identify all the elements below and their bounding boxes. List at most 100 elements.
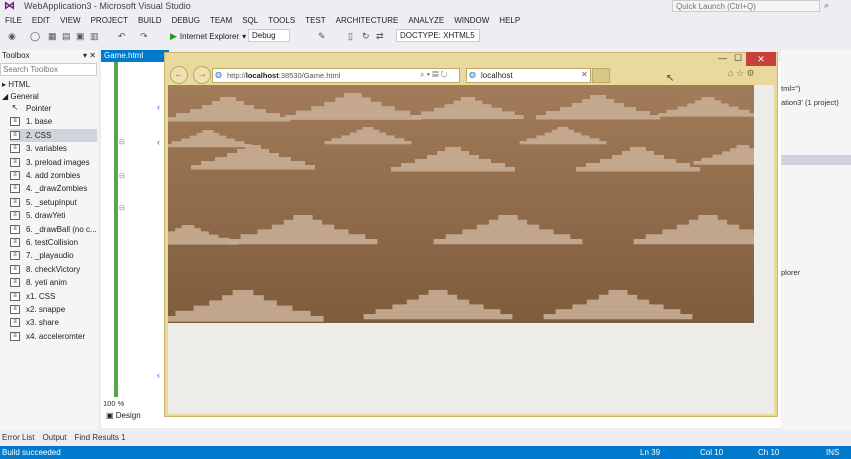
design-view-tab[interactable]: ▣ Design	[106, 411, 141, 420]
toolbox-item[interactable]: ≡ x2. snappe	[10, 303, 97, 316]
cloud-block	[168, 316, 324, 322]
ie-back-button[interactable]: ←	[170, 66, 188, 84]
chevron-down-icon[interactable]: ▾	[427, 70, 430, 79]
attach-icon[interactable]: ✎	[318, 31, 326, 42]
quick-launch-input[interactable]: Quick Launch (Ctrl+Q)	[672, 0, 820, 12]
config-select[interactable]: Debug	[248, 29, 290, 42]
toolbox-item[interactable]: ≡ 6. testCollision	[10, 236, 97, 249]
menu-item-team[interactable]: TEAM	[205, 14, 237, 28]
solution-node[interactable]: ation3' (1 project)	[781, 98, 839, 107]
toolbox-pin-close[interactable]: ▾ ✕	[83, 51, 96, 61]
toolbox-item[interactable]: ≡ 4. add zombies	[10, 169, 97, 182]
toolbox-item[interactable]: ≡ 2. CSS	[10, 128, 97, 142]
toolbox-search-input[interactable]: Search Toolbox	[0, 63, 97, 76]
toolbox-item[interactable]: ≡ 7. _playaudio	[10, 249, 97, 262]
ie-close-button[interactable]: ✕	[746, 52, 776, 66]
menu-item-debug[interactable]: DEBUG	[167, 14, 205, 28]
bottom-tab[interactable]: Output	[42, 433, 66, 442]
toolbox-item[interactable]: ≡ 3. preload images	[10, 156, 97, 169]
menu-item-project[interactable]: PROJECT	[86, 14, 133, 28]
solution-explorer-panel	[781, 50, 851, 430]
menu-item-architecture[interactable]: ARCHITECTURE	[331, 14, 404, 28]
cloud-block	[293, 215, 313, 221]
refresh-icon[interactable]: ↻	[441, 70, 448, 79]
toolbox-item[interactable]: ≡ 3. variables	[10, 142, 97, 155]
save-icon[interactable]: ▣	[76, 31, 85, 42]
menu-item-window[interactable]: WINDOW	[449, 14, 494, 28]
home-icon[interactable]: ⌂	[728, 68, 733, 78]
search-icon[interactable]: ⌕	[824, 0, 829, 11]
menu-item-analyze[interactable]: ANALYZE	[403, 14, 449, 28]
cloud-block	[476, 224, 540, 230]
cloud-block	[633, 239, 754, 245]
doctype-select[interactable]: DOCTYPE: XHTML5	[396, 29, 480, 42]
toolbox-item[interactable]: ≡ x1. CSS	[10, 290, 97, 303]
toolbox-item[interactable]: ↖ Pointer	[10, 102, 97, 115]
fold-icon[interactable]: ⊟	[119, 138, 125, 146]
run-target-label: Internet Explorer	[179, 31, 240, 41]
toolbox-item-label: x1. CSS	[26, 291, 56, 301]
menu-item-help[interactable]: HELP	[494, 14, 525, 28]
toolbox-group-html[interactable]: ▸ HTML	[2, 80, 30, 89]
compat-view-icon[interactable]: ▤	[432, 70, 438, 79]
toolbox-group-general[interactable]: ◢ General	[2, 92, 39, 101]
snippet-icon: ≡	[10, 264, 20, 274]
menu-item-tools[interactable]: TOOLS	[263, 14, 300, 28]
toolbox-item[interactable]: ≡ 5. drawYeti	[10, 209, 97, 222]
ie-forward-button[interactable]: →	[193, 66, 211, 84]
doc-tab-game-html[interactable]: Game.html	[101, 50, 169, 62]
favorites-star-icon[interactable]: ☆	[736, 68, 744, 78]
menu-item-file[interactable]: FILE	[0, 14, 27, 28]
search-icon[interactable]: ⌕	[420, 70, 424, 79]
run-button[interactable]: ▶ Internet Explorer ▾	[170, 29, 246, 43]
new-project-icon[interactable]: ▦	[48, 31, 57, 42]
ie-tab-close-icon[interactable]: ✕	[581, 70, 588, 79]
ie-maximize-button[interactable]: ☐	[734, 53, 742, 64]
toolbox-title: Toolbox	[2, 51, 30, 60]
toolbox-item[interactable]: ≡ 5. _setupInput	[10, 196, 97, 209]
cloud-block	[536, 115, 660, 120]
cloud-block	[576, 167, 700, 172]
document-icon[interactable]: ▯	[348, 31, 353, 42]
toolbox-item[interactable]: ≡ 8. yeti anim	[10, 276, 97, 289]
solution-selected-row[interactable]	[781, 155, 851, 165]
save-all-icon[interactable]: ▥	[90, 31, 99, 42]
url-prefix: http://	[227, 71, 246, 80]
cloud-block	[462, 229, 554, 235]
refresh-icon[interactable]: ↻	[362, 31, 370, 42]
cloud-block	[245, 145, 261, 150]
redo-icon[interactable]: ↷	[140, 31, 148, 42]
bottom-tab[interactable]: Find Results 1	[74, 433, 125, 442]
menu-item-build[interactable]: BUILD	[133, 14, 167, 28]
browser-link-icon[interactable]: ⇄	[376, 31, 384, 42]
fold-icon[interactable]: ⊟	[119, 172, 125, 180]
back-nav-icon[interactable]: ◉	[8, 31, 16, 42]
ie-tab-localhost[interactable]: localhost	[466, 68, 591, 83]
bottom-tab[interactable]: Error List	[2, 433, 34, 442]
menu-item-view[interactable]: VIEW	[55, 14, 85, 28]
toolbox-item[interactable]: ≡ 8. checkVictory	[10, 263, 97, 276]
toolbox-item[interactable]: ≡ x3. share	[10, 316, 97, 329]
fold-icon[interactable]: ⊟	[119, 204, 125, 212]
cloud-block	[582, 99, 614, 104]
game-canvas[interactable]	[168, 85, 754, 323]
gear-icon[interactable]: ⚙	[747, 68, 755, 78]
menu-item-sql[interactable]: SQL	[237, 14, 263, 28]
toolbox-item[interactable]: ≡ 4. _drawZombies	[10, 182, 97, 195]
cloud-block	[693, 161, 754, 165]
zoom-level[interactable]: 100 %	[101, 398, 141, 409]
cloud-block	[240, 234, 366, 240]
menu-item-test[interactable]: TEST	[300, 14, 330, 28]
open-file-icon[interactable]: ▤	[62, 31, 71, 42]
cloud-block	[701, 97, 715, 101]
undo-icon[interactable]: ↶	[118, 31, 126, 42]
menu-item-edit[interactable]: EDIT	[27, 14, 55, 28]
toolbox-item[interactable]: ≡ 6. _drawBall (no c...	[10, 223, 97, 236]
toolbox-item[interactable]: ≡ x4. acceleromter	[10, 330, 97, 343]
toolbox-item[interactable]: ≡ 1. base	[10, 115, 97, 128]
ie-new-tab-button[interactable]	[592, 68, 610, 83]
ie-minimize-button[interactable]: —	[718, 53, 727, 63]
snippet-icon: ≡	[10, 251, 20, 261]
solution-explorer-tab[interactable]: plorer	[781, 268, 800, 277]
forward-nav-icon[interactable]: ◯	[30, 31, 40, 42]
